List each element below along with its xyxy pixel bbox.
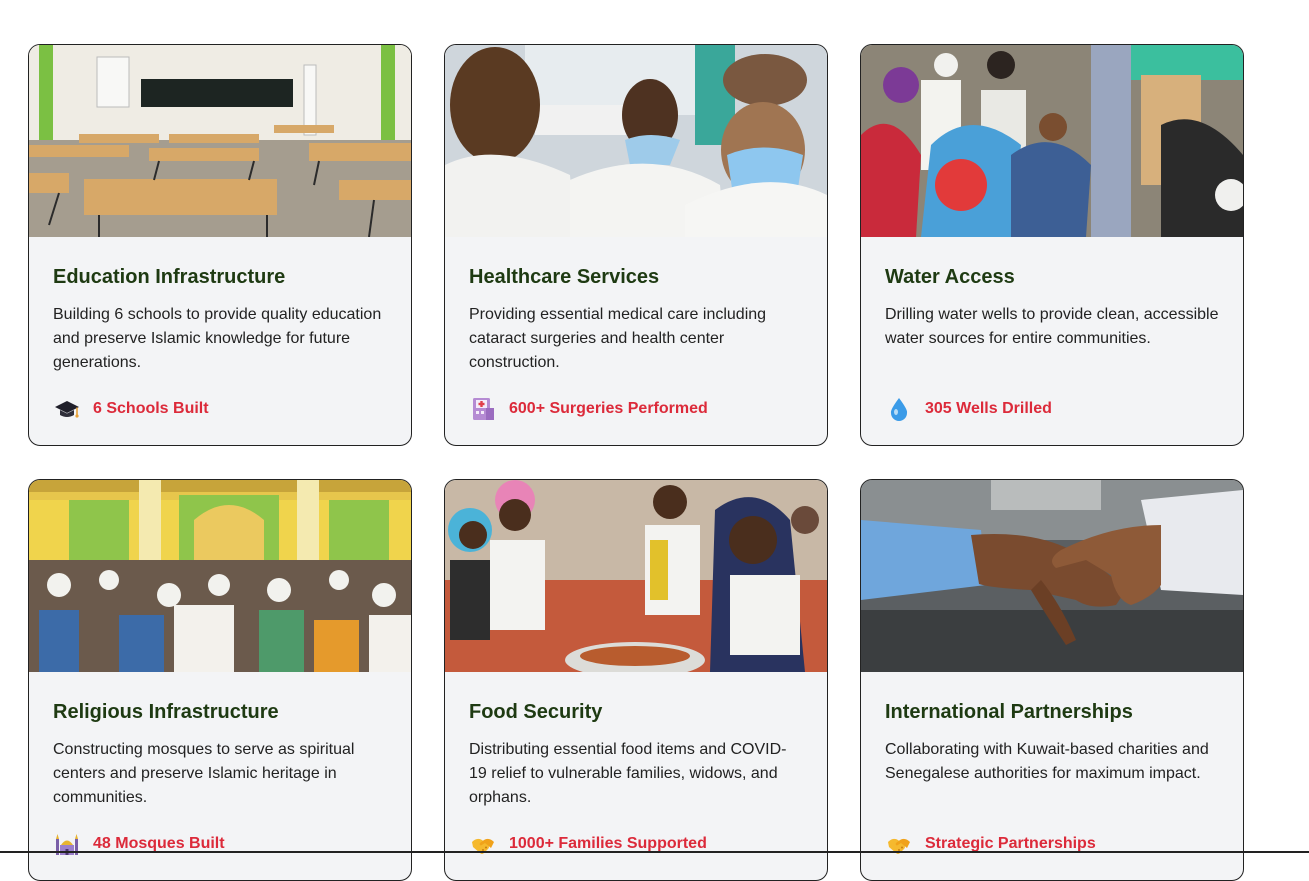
card-stat: 48 Mosques Built [53, 830, 387, 858]
handshake-icon [885, 830, 913, 858]
medical-staff-photo [445, 45, 827, 237]
children-eating-photo [445, 480, 827, 672]
water-drop-icon [885, 395, 913, 423]
program-card-partnerships[interactable]: International Partnerships Collaborating… [860, 479, 1244, 881]
card-stat: 305 Wells Drilled [885, 395, 1219, 423]
empty-classroom-photo [29, 45, 411, 237]
program-card-religious[interactable]: Religious Infrastructure Constructing mo… [28, 479, 412, 881]
card-description: Constructing mosques to serve as spiritu… [53, 741, 355, 806]
card-stat: 600+ Surgeries Performed [469, 395, 803, 423]
card-title: Food Security [469, 701, 603, 723]
card-stat-label: 6 Schools Built [93, 400, 209, 417]
card-title: International Partnerships [885, 701, 1133, 723]
program-card-healthcare[interactable]: Healthcare Services Providing essential … [444, 44, 828, 446]
handshake-photo [861, 480, 1243, 672]
card-description: Building 6 schools to provide quality ed… [53, 306, 382, 371]
card-title: Water Access [885, 266, 1015, 288]
program-card-water[interactable]: Water Access Drilling water wells to pro… [860, 44, 1244, 446]
program-card-education[interactable]: Education Infrastructure Building 6 scho… [28, 44, 412, 446]
card-stat: 1000+ Families Supported [469, 830, 803, 858]
mosque-icon [53, 830, 81, 858]
graduation-cap-icon [53, 395, 81, 423]
card-stat: Strategic Partnerships [885, 830, 1219, 858]
program-cards-grid: Education Infrastructure Building 6 scho… [28, 44, 1244, 881]
card-stat-label: 305 Wells Drilled [925, 400, 1052, 417]
program-card-food[interactable]: Food Security Distributing essential foo… [444, 479, 828, 881]
water-well-crowd-photo [861, 45, 1243, 237]
card-description: Drilling water wells to provide clean, a… [885, 306, 1219, 347]
hospital-icon [469, 395, 497, 423]
mosque-prayer-photo [29, 480, 411, 672]
card-title: Religious Infrastructure [53, 701, 279, 723]
card-stat-label: 600+ Surgeries Performed [509, 400, 708, 417]
card-stat: 6 Schools Built [53, 395, 387, 423]
handshake-icon [469, 830, 497, 858]
card-description: Collaborating with Kuwait-based charitie… [885, 741, 1209, 782]
card-title: Education Infrastructure [53, 266, 286, 288]
card-description: Distributing essential food items and CO… [469, 741, 787, 806]
card-title: Healthcare Services [469, 266, 660, 288]
card-description: Providing essential medical care includi… [469, 306, 767, 371]
